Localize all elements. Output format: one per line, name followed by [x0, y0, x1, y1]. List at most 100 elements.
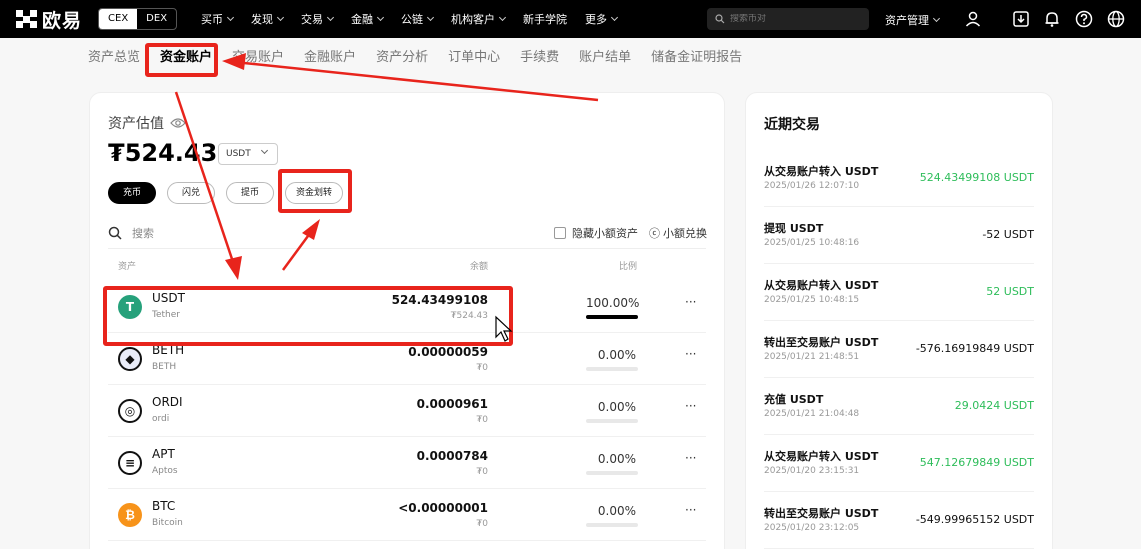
- more-options-icon[interactable]: ···: [685, 503, 696, 517]
- transaction-item[interactable]: 从交易账户转入 USDT 2025/01/20 23:15:31 547.12679…: [764, 435, 1034, 492]
- asset-symbol: ORDI: [152, 395, 183, 409]
- nav-institution[interactable]: 机构客户: [451, 11, 507, 27]
- asset-management-menu[interactable]: 资产管理: [885, 12, 941, 28]
- withdraw-button[interactable]: 提币: [226, 182, 274, 204]
- main-nav: 买币 发现 交易 金融 公链 机构客户 新手学院 更多: [201, 11, 635, 27]
- asset-search[interactable]: 搜索: [108, 225, 154, 241]
- transaction-item[interactable]: 从交易账户转入 USDT 2025/01/26 12:07:10 524.43499…: [764, 150, 1034, 207]
- tab-statements[interactable]: 账户结单: [579, 46, 631, 65]
- cex-toggle[interactable]: CEX: [99, 9, 138, 29]
- asset-mgmt-label: 资产管理: [885, 14, 929, 27]
- chevron-down-icon: [277, 13, 285, 22]
- table-row[interactable]: ₿ BTC Bitcoin <0.00000001 ₮0 0.00% ···: [108, 489, 706, 541]
- table-row[interactable]: ◎ ORDI ordi 0.0000961 ₮0 0.00% ···: [108, 385, 706, 437]
- col-asset: 资产: [118, 262, 137, 272]
- nav-chain[interactable]: 公链: [401, 11, 435, 27]
- small-convert-link[interactable]: ⓒ 小额兑换: [649, 225, 707, 241]
- coin-glyph: ◆: [125, 352, 135, 366]
- transaction-title: 从交易账户转入 USDT: [764, 450, 879, 463]
- asset-percent: 0.00%: [597, 400, 636, 414]
- recent-title: 近期交易: [764, 117, 820, 133]
- more-options-icon[interactable]: ···: [685, 399, 696, 413]
- asset-search-placeholder[interactable]: 搜索: [132, 225, 154, 241]
- help-icon[interactable]: [1074, 9, 1094, 29]
- tether-icon: T: [118, 295, 142, 319]
- coin-glyph: ₿: [125, 508, 135, 522]
- unit-select[interactable]: USDT: [218, 143, 278, 165]
- more-options-icon[interactable]: ···: [685, 295, 696, 309]
- eye-icon[interactable]: [170, 117, 186, 129]
- asset-name: ordi: [152, 414, 170, 424]
- globe-icon[interactable]: [1106, 9, 1126, 29]
- transaction-item[interactable]: 充值 USDT 2025/01/21 21:04:48 29.0424 USDT: [764, 378, 1034, 435]
- hide-small-checkbox[interactable]: [554, 227, 566, 239]
- asset-ratio-bar: [586, 471, 638, 475]
- coin-glyph: ≡: [124, 456, 136, 470]
- col-ratio: 比例: [619, 262, 638, 272]
- chevron-down-icon: [932, 14, 941, 23]
- transaction-amount: -549.99965152 USDT: [915, 513, 1034, 526]
- transfer-button[interactable]: 资金划转: [285, 182, 343, 204]
- transaction-item[interactable]: 提现 USDT 2025/01/25 10:48:16 -52 USDT: [764, 207, 1034, 264]
- nav-label: 新手学院: [523, 13, 568, 26]
- nav-label: 机构客户: [451, 13, 496, 26]
- aptos-icon: ≡: [118, 451, 142, 475]
- asset-ratio-bar: [586, 367, 638, 371]
- table-row[interactable]: T USDT Tether 524.43499108 ₮524.43 100.00% ···: [108, 281, 706, 333]
- small-convert-label: 小额兑换: [663, 227, 707, 240]
- pair-search-input[interactable]: [730, 14, 850, 24]
- pair-search[interactable]: [707, 8, 869, 30]
- asset-balance: 524.43499108: [391, 293, 488, 307]
- nav-discover[interactable]: 发现: [251, 11, 285, 27]
- tab-trading-account[interactable]: 交易账户: [232, 46, 284, 65]
- tab-overview[interactable]: 资产总览: [88, 46, 140, 65]
- table-row[interactable]: ◆ BETH BETH 0.00000059 ₮0 0.00% ···: [108, 333, 706, 385]
- chevron-down-icon: [327, 13, 335, 22]
- transaction-title: 转出至交易账户 USDT: [764, 507, 879, 520]
- nav-buy[interactable]: 买币: [201, 11, 235, 27]
- asset-fiat-value: ₮0: [476, 467, 488, 477]
- asset-name: BETH: [152, 362, 177, 372]
- more-options-icon[interactable]: ···: [685, 451, 696, 465]
- tab-fees[interactable]: 手续费: [520, 46, 559, 65]
- user-icon[interactable]: [963, 9, 983, 29]
- deposit-button[interactable]: 充币: [108, 182, 156, 204]
- search-icon: [108, 226, 122, 240]
- nav-trade[interactable]: 交易: [301, 11, 335, 27]
- logo[interactable]: 欧易: [16, 6, 82, 33]
- tab-finance-account[interactable]: 金融账户: [304, 46, 356, 65]
- asset-percent: 0.00%: [597, 452, 636, 466]
- chevron-down-icon: [427, 13, 435, 22]
- nav-finance[interactable]: 金融: [351, 11, 385, 27]
- tab-order-center[interactable]: 订单中心: [448, 46, 500, 65]
- asset-balance: <0.00000001: [398, 501, 488, 515]
- transaction-title: 充值 USDT: [764, 393, 824, 406]
- tab-asset-analysis[interactable]: 资产分析: [376, 46, 428, 65]
- top-navbar: 欧易 CEX DEX 买币 发现 交易 金融 公链 机构客户 新手学院 更多 资…: [0, 0, 1141, 38]
- more-options-icon[interactable]: ···: [685, 347, 696, 361]
- nav-academy[interactable]: 新手学院: [523, 11, 567, 27]
- chevron-down-icon: [377, 13, 385, 22]
- transaction-time: 2025/01/20 23:15:31: [764, 466, 860, 476]
- table-row[interactable]: ≡ APT Aptos 0.0000784 ₮0 0.00% ···: [108, 437, 706, 489]
- nav-more[interactable]: 更多: [585, 11, 619, 27]
- logo-text: 欧易: [42, 9, 83, 32]
- hide-small-assets[interactable]: 隐藏小额资产: [554, 225, 638, 241]
- swap-button[interactable]: 闪兑: [167, 182, 215, 204]
- tab-proof-of-reserves[interactable]: 储备金证明报告: [651, 46, 742, 65]
- transaction-item[interactable]: 转出至交易账户 USDT 2025/01/21 21:48:51 -576.1691…: [764, 321, 1034, 378]
- bell-icon[interactable]: [1042, 9, 1062, 29]
- valuation-label-text: 资产估值: [108, 116, 164, 132]
- asset-fiat-value: ₮0: [476, 415, 488, 425]
- transaction-title: 从交易账户转入 USDT: [764, 165, 879, 178]
- chevron-down-icon: [611, 13, 619, 22]
- download-icon[interactable]: [1011, 9, 1031, 29]
- tab-funding-account[interactable]: 资金账户: [160, 46, 212, 65]
- nav-label: 金融: [351, 13, 374, 26]
- nav-label: 发现: [251, 13, 274, 26]
- valuation-label: 资产估值: [108, 113, 186, 133]
- cex-dex-switch[interactable]: CEX DEX: [98, 8, 178, 30]
- transaction-item[interactable]: 转出至交易账户 USDT 2025/01/20 23:12:05 -549.9996…: [764, 492, 1034, 549]
- transaction-item[interactable]: 从交易账户转入 USDT 2025/01/25 10:48:15 52 USDT: [764, 264, 1034, 321]
- dex-toggle[interactable]: DEX: [137, 9, 176, 29]
